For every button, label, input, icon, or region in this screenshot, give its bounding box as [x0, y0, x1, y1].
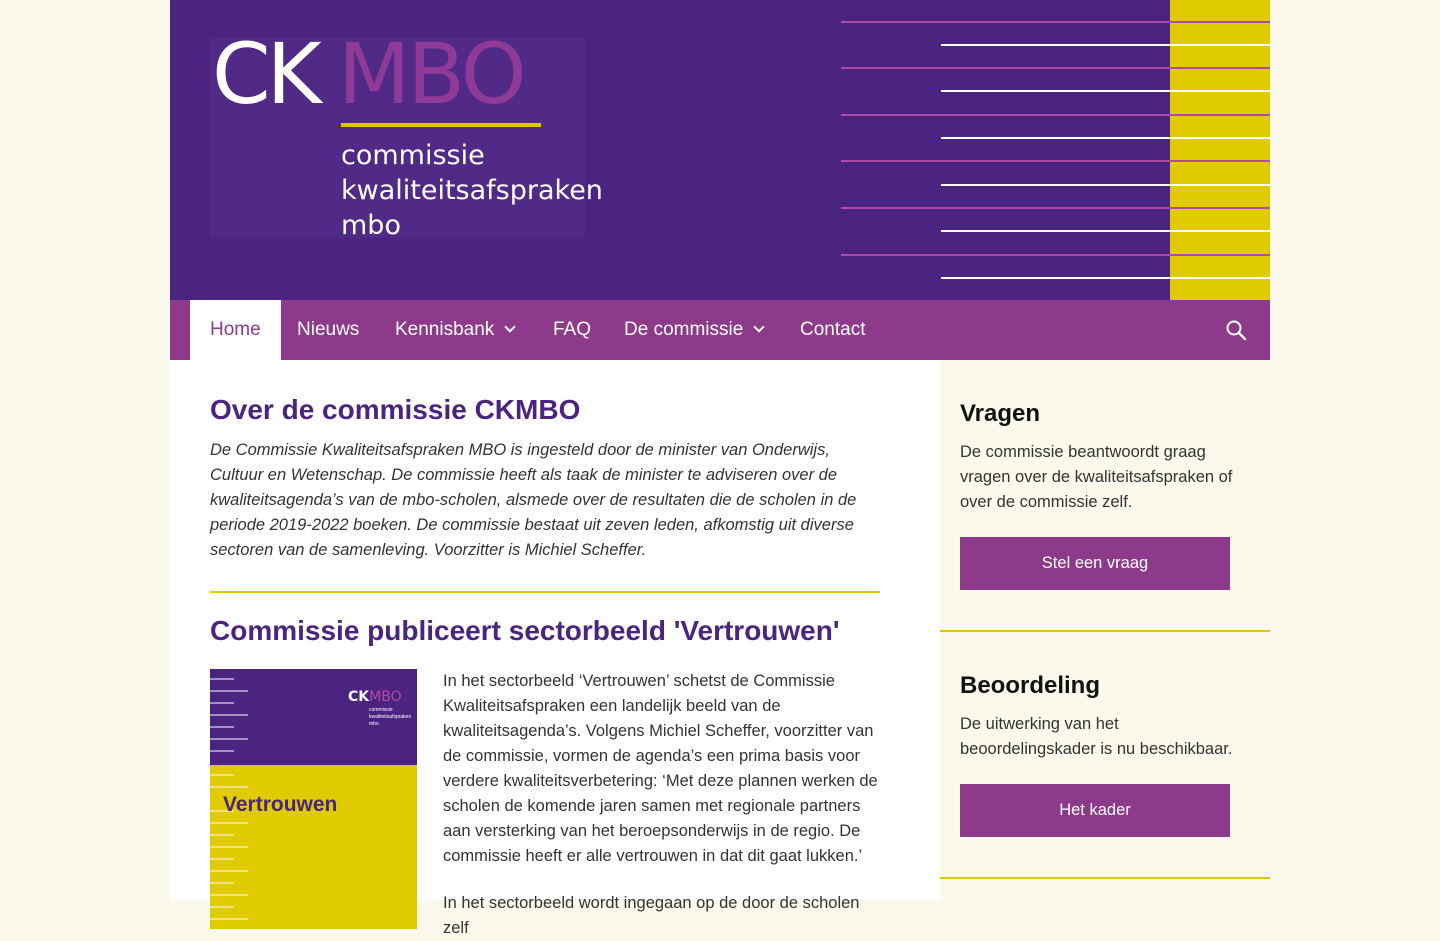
intro-text: De Commissie Kwaliteitsafspraken MBO is …	[210, 441, 857, 559]
site-header: CK MBO commissie kwaliteitsafspraken mbo	[170, 0, 1270, 300]
decoration-line	[941, 44, 1270, 46]
logo-divider	[341, 123, 541, 127]
article-body: In het sectorbeeld ‘Vertrouwen’ schetst …	[443, 669, 880, 941]
header-decoration	[841, 0, 1270, 300]
decoration-line	[941, 184, 1270, 186]
decoration-line	[841, 254, 1270, 256]
nav-item-de-commissie-label: De commissie	[624, 319, 744, 340]
decoration-line	[841, 160, 1270, 162]
decoration-line	[841, 207, 1270, 209]
divider	[210, 591, 880, 593]
logo-mbo: MBO	[338, 25, 527, 123]
article-title[interactable]: Commissie publiceert sectorbeeld 'Vertro…	[210, 615, 880, 647]
chevron-down-icon	[753, 321, 765, 333]
sidebar: Vragen De commissie beantwoordt graag vr…	[940, 360, 1270, 900]
search-icon[interactable]	[1224, 318, 1248, 342]
nav-item-kennisbank-label: Kennisbank	[395, 319, 495, 340]
cover-subtitle-line: kwaliteitsafspraken	[369, 714, 412, 720]
widget-text: De commissie beantwoordt graag vragen ov…	[960, 443, 1233, 511]
main-navigation: Home Nieuws Kennisbank FAQ De commissie …	[170, 300, 1270, 360]
page-title: Over de commissie CKMBO	[210, 394, 581, 425]
decoration-line	[941, 137, 1270, 139]
cover-subtitle: commissie kwaliteitsafspraken mbo	[369, 707, 411, 728]
nav-item-home[interactable]: Home	[190, 300, 281, 360]
chevron-down-icon	[504, 321, 516, 333]
nav-item-de-commissie[interactable]: De commissie	[604, 300, 783, 360]
widget-title: Beoordeling	[960, 672, 1101, 699]
article-cover-image[interactable]: CKMBO commissie kwaliteitsafspraken mbo …	[210, 669, 417, 929]
widget-vragen: Vragen De commissie beantwoordt graag vr…	[940, 360, 1270, 632]
cover-logo-ck: CK	[348, 689, 370, 705]
decoration-line	[941, 90, 1270, 92]
nav-item-kennisbank[interactable]: Kennisbank	[375, 300, 534, 360]
decoration-line	[841, 21, 1270, 23]
page: CK MBO commissie kwaliteitsafspraken mbo…	[170, 0, 1270, 937]
decoration-line	[941, 230, 1270, 232]
article: CKMBO commissie kwaliteitsafspraken mbo …	[210, 669, 880, 941]
widget-title: Vragen	[960, 400, 1041, 427]
cover-subtitle-line: mbo	[369, 721, 379, 727]
nav-item-nieuws[interactable]: Nieuws	[277, 300, 379, 360]
widget-beoordeling: Beoordeling De uitwerking van het beoord…	[940, 632, 1270, 879]
logo-line-3: mbo	[341, 210, 401, 241]
site-logo[interactable]: CK MBO commissie kwaliteitsafspraken mbo	[210, 32, 603, 241]
nav-item-faq[interactable]: FAQ	[533, 300, 611, 360]
decoration-line	[841, 67, 1270, 69]
article-paragraph: In het sectorbeeld ‘Vertrouwen’ schetst …	[443, 672, 878, 865]
decoration-line	[841, 114, 1270, 116]
cover-logo: CKMBO	[348, 689, 402, 705]
decoration-line	[941, 277, 1270, 279]
article-paragraph: In het sectorbeeld wordt ingegaan op de …	[443, 894, 860, 937]
logo-line-2: kwaliteitsafspraken	[341, 175, 603, 206]
framework-button[interactable]: Het kader	[960, 784, 1230, 837]
cover-title: Vertrouwen	[223, 793, 338, 816]
nav-item-contact[interactable]: Contact	[780, 300, 885, 360]
main-content: Over de commissie CKMBO De Commissie Kwa…	[210, 360, 880, 941]
logo-line-1: commissie	[341, 140, 485, 171]
cover-logo-mbo: MBO	[369, 689, 402, 705]
widget-text: De uitwerking van het beoordelingskader …	[960, 715, 1233, 758]
logo-ck: CK	[212, 25, 322, 123]
ask-question-button[interactable]: Stel een vraag	[960, 537, 1230, 590]
cover-subtitle-line: commissie	[369, 707, 393, 713]
